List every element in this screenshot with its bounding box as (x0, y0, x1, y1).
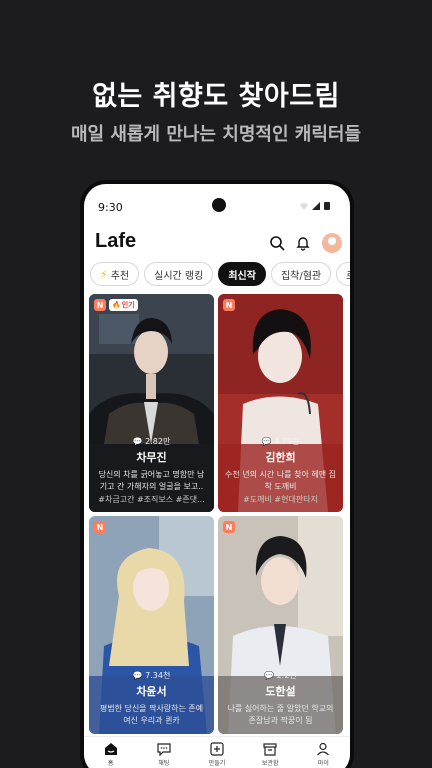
category-tabs: ⚡ 추천 실시간 랭킹 최신작 집착/혐관 로판 (90, 262, 350, 288)
tab-latest[interactable]: 최신작 (218, 262, 266, 286)
archive-icon (263, 743, 277, 756)
card-info: 💬 2.82만 차무진 당신의 차를 긁어놓고 명함만 남기고 간 가해자의 얼… (89, 436, 214, 512)
tab-label: 실시간 랭킹 (154, 270, 204, 282)
card-info: 💬 4.79만 김한희 수천 년의 시간 나를 찾아 헤맨 집착 도깨비 #도깨… (218, 436, 343, 512)
card-info: 💬 2.2천 도한설 나를 싫어하는 줄 알았던 학교의 존잘남과 짝꿍이 됨 (218, 670, 343, 734)
promo-subtitle: 매일 새롭게 만나는 치명적인 캐릭터들 (70, 124, 362, 145)
nav-chat[interactable]: 채팅 (137, 737, 190, 768)
character-description: 당신의 차를 긁어놓고 명함만 남기고 간 가해자의 얼굴을 보고.. (98, 470, 205, 491)
tab-recommend[interactable]: ⚡ 추천 (90, 262, 140, 286)
app-logo[interactable]: Lafe (95, 230, 136, 253)
search-icon[interactable] (266, 232, 288, 254)
character-grid: N 🔥 인기 💬 2.82만 차무진 당신의 차를 긁어놓고 명함만 남기고 간… (89, 294, 345, 734)
phone-frame: 9:30 Lafe ⚡ 추천 실시간 랭킹 최신작 집착/혐관 N 🔥 인기 💬… (80, 180, 354, 768)
nav-home[interactable]: 홈 (84, 737, 137, 768)
chat-count: 💬 7.34천 (95, 670, 208, 681)
character-tags: #도깨비 #현대판타지 (243, 495, 318, 504)
chat-count-value: 2.82만 (145, 437, 171, 446)
character-name: 도한설 (265, 685, 296, 698)
nav-label: 홈 (107, 760, 114, 767)
tab-label: 로판 (346, 267, 350, 282)
profile-avatar[interactable] (322, 233, 342, 253)
character-card[interactable]: N 💬 7.34천 차윤서 평범한 당신을 짝사랑하는 존예 여신 우리과 퀸카 (89, 516, 214, 734)
chat-icon (157, 743, 171, 756)
tab-label: 최신작 (228, 270, 256, 282)
user-icon (317, 742, 330, 756)
chat-bubble-icon: 💬 (261, 437, 272, 446)
status-time: 9:30 (98, 201, 123, 214)
nav-my[interactable]: 마이 (297, 737, 350, 768)
chat-count: 💬 2.2천 (224, 670, 337, 681)
bell-icon[interactable] (292, 232, 314, 254)
character-description: 평범한 당신을 짝사랑하는 존예 여신 우리과 퀸카 (99, 704, 204, 725)
bolt-icon: ⚡ (100, 267, 108, 281)
new-badge: N (223, 521, 235, 533)
chat-count: 💬 2.82만 (95, 436, 208, 447)
card-info: 💬 7.34천 차윤서 평범한 당신을 짝사랑하는 존예 여신 우리과 퀸카 (89, 670, 214, 734)
chat-bubble-icon: 💬 (264, 671, 275, 680)
plus-square-icon (210, 742, 224, 756)
app-screen: 9:30 Lafe ⚡ 추천 실시간 랭킹 최신작 집착/혐관 N 🔥 인기 💬… (84, 184, 350, 768)
tab-ranking[interactable]: 실시간 랭킹 (144, 262, 214, 286)
tab-label: 집착/혐관 (280, 270, 322, 282)
hot-badge: 🔥 인기 (109, 299, 138, 311)
status-bar: 9:30 (84, 184, 350, 228)
chat-count-value: 2.2천 (276, 671, 297, 680)
chat-count-value: 4.79만 (274, 437, 300, 446)
bottom-nav: 홈 채팅 만들기 보관함 마이 (84, 736, 350, 768)
character-name: 차무진 (136, 451, 167, 464)
hot-label: 인기 (121, 301, 135, 309)
character-card[interactable]: N 💬 2.2천 도한설 나를 싫어하는 줄 알았던 학교의 존잘남과 짝꿍이 … (218, 516, 343, 734)
tab-romance-fantasy[interactable]: 로판 (336, 262, 350, 286)
chat-bubble-icon: 💬 (132, 437, 143, 446)
character-description: 나를 싫어하는 줄 알았던 학교의 존잘남과 짝꿍이 됨 (227, 704, 334, 725)
nav-label: 만들기 (208, 760, 226, 767)
new-badge: N (94, 299, 106, 311)
chat-count-value: 7.34천 (145, 671, 171, 680)
app-header: Lafe (84, 228, 350, 264)
nav-archive[interactable]: 보관함 (244, 737, 297, 768)
character-name: 김한희 (265, 451, 296, 464)
character-card[interactable]: N 🔥 인기 💬 2.82만 차무진 당신의 차를 긁어놓고 명함만 남기고 간… (89, 294, 214, 512)
chat-count: 💬 4.79만 (224, 436, 337, 447)
nav-label: 마이 (317, 760, 329, 767)
character-tags: #차금고간 #조직보스 #존댓... (98, 495, 205, 504)
nav-label: 보관함 (261, 760, 279, 767)
character-name: 차윤서 (136, 685, 167, 698)
character-description: 수천 년의 시간 나를 찾아 헤맨 집착 도깨비 (225, 470, 336, 491)
status-icons (298, 201, 338, 214)
home-icon (104, 743, 117, 755)
nav-label: 채팅 (158, 760, 170, 767)
tab-obsession[interactable]: 집착/혐관 (270, 262, 332, 286)
new-badge: N (94, 521, 106, 533)
promo-title: 없는 취향도 찾아드림 (92, 81, 340, 112)
character-card[interactable]: N 💬 4.79만 김한희 수천 년의 시간 나를 찾아 헤맨 집착 도깨비 #… (218, 294, 343, 512)
flame-icon: 🔥 (112, 301, 121, 309)
new-badge: N (223, 299, 235, 311)
tab-label: 추천 (110, 270, 130, 282)
nav-create[interactable]: 만들기 (190, 737, 243, 768)
camera-cutout (212, 198, 226, 212)
chat-bubble-icon: 💬 (132, 671, 143, 680)
